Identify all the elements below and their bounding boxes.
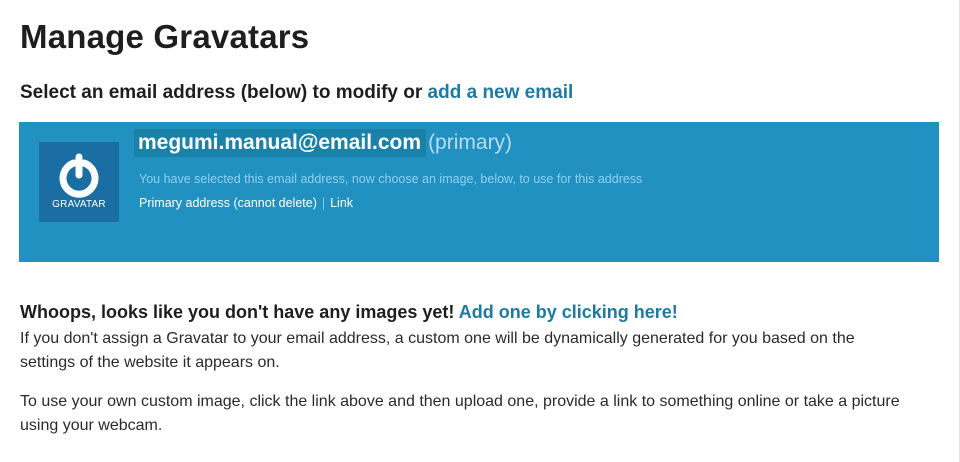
no-images-text: Whoops, looks like you don't have any im… [20, 302, 459, 322]
email-link-button[interactable]: Link [330, 196, 353, 210]
primary-address-label: Primary address (cannot delete) [139, 196, 317, 210]
info-paragraph-custom: To use your own custom image, click the … [20, 393, 900, 434]
selected-email-panel[interactable]: GRAVATAR megumi.manual@email.com (primary… [19, 122, 939, 262]
add-new-email-link[interactable]: add a new email [428, 82, 574, 103]
gravatar-logo: GRAVATAR [39, 142, 119, 222]
info-paragraph-default: If you don't assign a Gravatar to your e… [20, 330, 855, 371]
instruction-text: Select an email address (below) to modif… [20, 82, 428, 103]
separator: | [321, 196, 326, 210]
instruction-line: Select an email address (below) to modif… [20, 82, 573, 104]
gravatar-logo-text: GRAVATAR [52, 199, 106, 210]
address-actions: Primary address (cannot delete) | Link [139, 196, 353, 210]
gravatar-icon [59, 153, 99, 198]
primary-tag: (primary) [428, 131, 513, 154]
email-line: megumi.manual@email.com (primary) [134, 129, 513, 157]
email-address: megumi.manual@email.com [134, 129, 427, 157]
selection-note: You have selected this email address, no… [139, 172, 643, 186]
no-images-heading: Whoops, looks like you don't have any im… [20, 302, 678, 323]
page-title: Manage Gravatars [20, 18, 310, 55]
add-image-link[interactable]: Add one by clicking here! [459, 302, 678, 322]
